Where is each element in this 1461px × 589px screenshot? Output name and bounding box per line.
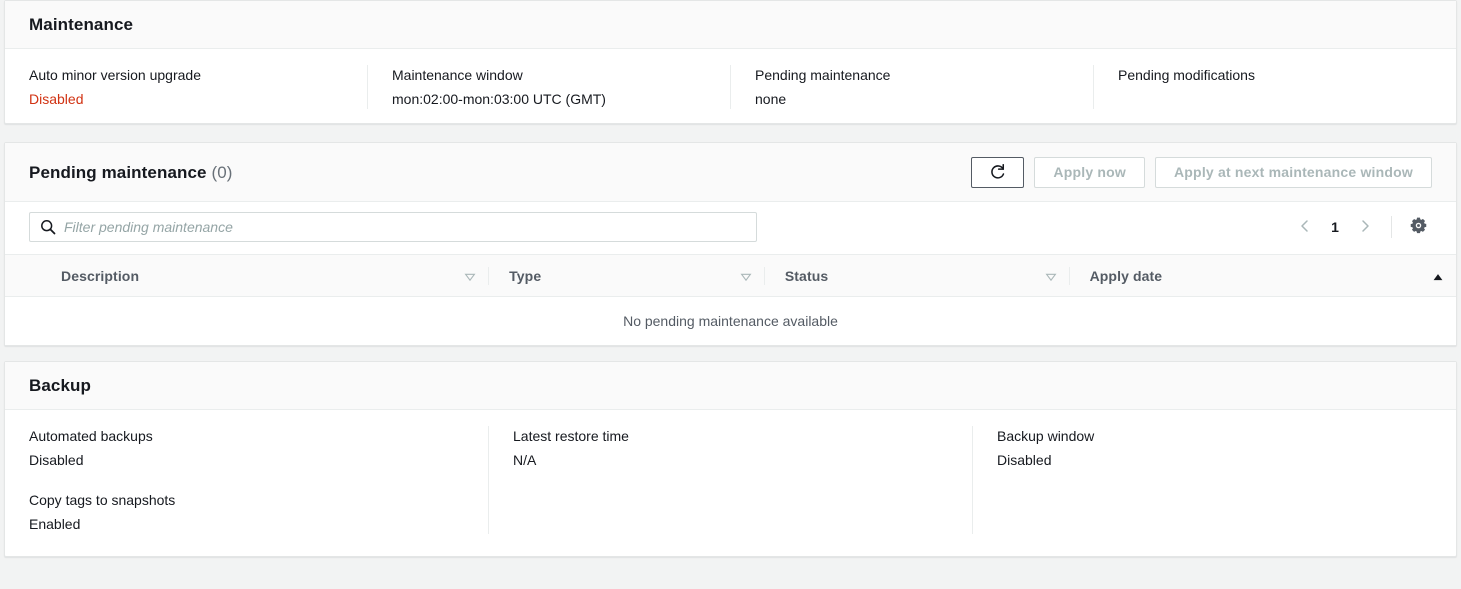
attribute-value: mon:02:00-mon:03:00 UTC (GMT) (392, 91, 606, 107)
column-header-label: Description (61, 267, 140, 284)
refresh-icon (989, 164, 1006, 181)
column-header-label: Apply date (1089, 267, 1163, 284)
caret-down-outline-icon (740, 270, 752, 282)
chevron-left-icon (1298, 219, 1312, 236)
attribute-value: N/A (513, 451, 537, 468)
table-preferences-button[interactable] (1404, 213, 1432, 241)
column-header-label: Type (509, 267, 542, 284)
filter-container (29, 212, 757, 242)
column-header-type[interactable]: Type (488, 254, 764, 297)
table-empty-message: No pending maintenance available (5, 296, 1456, 345)
attribute-label: Automated backups (29, 427, 153, 444)
maintenance-panel: Maintenance Auto minor version upgrade D… (4, 0, 1457, 124)
pending-maintenance-header: Pending maintenance (0) Apply now Apply … (5, 143, 1456, 202)
pending-maintenance-actions: Apply now Apply at next maintenance wind… (971, 157, 1432, 188)
attribute-value: Disabled (997, 451, 1052, 468)
attribute-automated-backups: Automated backups Disabled (29, 426, 464, 470)
pending-maintenance-table: Description Type Status Apply date No pe… (5, 254, 1456, 345)
table-body: No pending maintenance available (5, 296, 1456, 345)
attribute-backup-window: Backup window Disabled (997, 426, 1432, 470)
backup-panel-header: Backup (5, 361, 1456, 410)
attribute-copy-tags-to-snapshots: Copy tags to snapshots Enabled (29, 490, 464, 534)
page-root: Maintenance Auto minor version upgrade D… (0, 0, 1461, 589)
caret-down-outline-icon (1045, 270, 1057, 282)
attribute-label: Auto minor version upgrade (29, 67, 201, 83)
column-header-label: Status (784, 267, 829, 284)
pending-maintenance-counter: (0) (211, 162, 233, 182)
pending-maintenance-title: Pending maintenance (0) (29, 163, 233, 183)
attribute-maintenance-window: Maintenance window mon:02:00-mon:03:00 U… (367, 65, 730, 109)
pending-maintenance-tools: 1 (5, 202, 1456, 254)
caret-down-outline-icon (464, 270, 476, 282)
backup-panel: Backup Automated backups Disabled Copy t… (4, 360, 1457, 557)
attribute-value: Disabled (29, 451, 84, 468)
backup-panel-title: Backup (29, 375, 92, 395)
maintenance-panel-header: Maintenance (5, 1, 1456, 49)
column-header-apply-date[interactable]: Apply date (1068, 254, 1456, 297)
backup-column-1: Automated backups Disabled Copy tags to … (5, 426, 488, 534)
column-header-description[interactable]: Description (5, 254, 489, 297)
attribute-label: Maintenance window (392, 67, 523, 83)
table-header: Description Type Status Apply date (5, 254, 1456, 297)
attribute-auto-minor-version-upgrade: Auto minor version upgrade Disabled (5, 65, 367, 109)
attribute-label: Backup window (997, 427, 1095, 444)
refresh-button[interactable] (971, 157, 1025, 188)
page-title: Maintenance (29, 15, 134, 34)
apply-at-next-maintenance-window-button[interactable]: Apply at next maintenance window (1155, 157, 1432, 188)
table-header-row: Description Type Status Apply date (5, 254, 1456, 297)
panel-gap (0, 124, 1461, 142)
column-header-status[interactable]: Status (763, 254, 1069, 297)
attribute-pending-maintenance: Pending maintenance none (730, 65, 1093, 109)
attribute-label: Latest restore time (513, 427, 629, 444)
maintenance-attribute-grid: Auto minor version upgrade Disabled Main… (5, 49, 1456, 123)
pagination-page-1[interactable]: 1 (1321, 213, 1349, 241)
apply-now-button[interactable]: Apply now (1034, 157, 1145, 188)
search-input[interactable] (29, 212, 757, 242)
attribute-label: Pending maintenance (755, 67, 891, 83)
pagination-next-button[interactable] (1351, 213, 1379, 241)
chevron-right-icon (1358, 219, 1372, 236)
table-empty-row: No pending maintenance available (5, 296, 1456, 345)
pagination-prev-button[interactable] (1291, 213, 1319, 241)
caret-up-filled-icon (1432, 270, 1444, 282)
attribute-latest-restore-time: Latest restore time N/A (513, 426, 948, 470)
attribute-pending-modifications: Pending modifications (1093, 65, 1456, 109)
attribute-label: Copy tags to snapshots (29, 491, 176, 508)
backup-column-2: Latest restore time N/A (488, 425, 972, 534)
gear-icon (1410, 217, 1427, 237)
attribute-value: Enabled (29, 515, 81, 532)
attribute-label: Pending modifications (1118, 67, 1255, 83)
pagination-divider (1391, 216, 1392, 238)
backup-attribute-grid: Automated backups Disabled Copy tags to … (5, 410, 1456, 556)
pending-maintenance-panel: Pending maintenance (0) Apply now Apply … (4, 142, 1457, 346)
attribute-value: none (755, 91, 787, 107)
pagination: 1 (1291, 213, 1432, 241)
backup-column-3: Backup window Disabled (972, 425, 1456, 534)
panel-gap (0, 346, 1461, 361)
pending-maintenance-title-text: Pending maintenance (29, 162, 207, 182)
attribute-value: Disabled (29, 91, 84, 107)
